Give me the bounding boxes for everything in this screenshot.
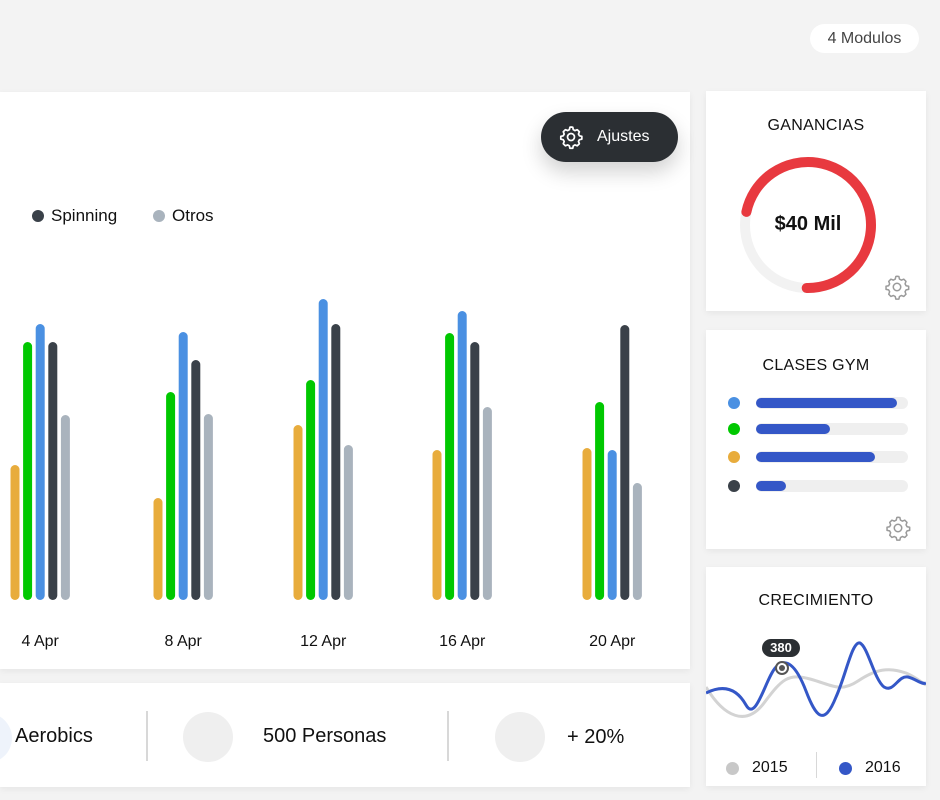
stat-icon bbox=[183, 712, 233, 762]
bar-4-apr-s2[interactable] bbox=[35, 324, 45, 600]
class-progress-track bbox=[756, 423, 908, 435]
bar-16-apr-s4[interactable] bbox=[482, 407, 492, 600]
bar-8-apr-s4[interactable] bbox=[203, 414, 213, 600]
bar-12-apr-s4[interactable] bbox=[343, 445, 353, 600]
class-row bbox=[706, 450, 926, 464]
tooltip-value: 380 bbox=[770, 640, 792, 655]
bar-16-apr-s0[interactable] bbox=[432, 450, 442, 600]
series-2016-line bbox=[706, 641, 926, 717]
bar-4-apr-s4[interactable] bbox=[60, 415, 70, 600]
bar-20-apr-s1[interactable] bbox=[595, 402, 605, 600]
legend-spinning: Spinning bbox=[32, 206, 117, 226]
crecimiento-card: CRECIMIENTO 380 2015 2016 bbox=[706, 567, 926, 786]
legend-2016: 2016 bbox=[839, 759, 901, 777]
class-progress-track bbox=[756, 451, 908, 463]
gear-icon[interactable] bbox=[884, 514, 912, 542]
bar-chart: 4 Apr 8 Apr 12 Apr 16 Apr 20 Apr bbox=[10, 299, 642, 650]
bar-16-apr-s1[interactable] bbox=[445, 333, 455, 600]
settings-button[interactable]: Ajustes bbox=[541, 112, 678, 162]
legend-label: Otros bbox=[172, 206, 214, 225]
bar-20-apr-s0[interactable] bbox=[582, 448, 592, 600]
divider bbox=[447, 711, 449, 761]
bar-12-apr-s1[interactable] bbox=[306, 380, 316, 600]
bar-4-apr-s0[interactable] bbox=[10, 465, 20, 600]
class-progress-fill bbox=[756, 424, 831, 434]
bar-12-apr-s3[interactable] bbox=[331, 324, 341, 600]
stat-icon bbox=[495, 712, 545, 762]
legend-dot bbox=[726, 761, 739, 775]
class-color-dot bbox=[728, 397, 740, 409]
legend-year: 2016 bbox=[865, 759, 901, 776]
clases-title: CLASES GYM bbox=[762, 357, 870, 374]
x-tick-label: 12 Apr bbox=[300, 633, 347, 650]
bar-12-apr-s2[interactable] bbox=[318, 299, 328, 600]
stat-personas: 500 Personas bbox=[263, 725, 387, 747]
divider bbox=[146, 711, 148, 761]
bar-20-apr-s3[interactable] bbox=[620, 325, 630, 600]
legend-2015: 2015 bbox=[726, 759, 788, 777]
class-progress-fill bbox=[756, 452, 875, 462]
class-progress-fill bbox=[756, 398, 898, 408]
bar-16-apr-s3[interactable] bbox=[470, 342, 480, 600]
bar-4-apr-s1[interactable] bbox=[23, 342, 33, 600]
x-tick-label: 8 Apr bbox=[165, 633, 203, 650]
class-row bbox=[706, 479, 926, 493]
bar-16-apr-s2[interactable] bbox=[457, 311, 467, 600]
bar-4-apr-s3[interactable] bbox=[48, 342, 58, 600]
legend-dot bbox=[153, 210, 165, 222]
gear-icon[interactable] bbox=[883, 273, 911, 301]
class-color-dot bbox=[728, 451, 740, 463]
legend-label: Spinning bbox=[51, 206, 118, 225]
class-color-dot bbox=[728, 480, 740, 492]
x-tick-label: 16 Apr bbox=[439, 633, 486, 650]
bar-20-apr-s2[interactable] bbox=[607, 450, 617, 600]
class-row bbox=[706, 422, 926, 436]
legend-year: 2015 bbox=[752, 759, 788, 776]
bar-20-apr-s4[interactable] bbox=[632, 483, 642, 600]
bar-8-apr-s2[interactable] bbox=[178, 332, 188, 600]
x-tick-label: 4 Apr bbox=[22, 633, 60, 650]
x-tick-label: 20 Apr bbox=[589, 633, 636, 650]
class-progress-fill bbox=[756, 481, 787, 491]
class-row bbox=[706, 396, 926, 410]
divider bbox=[816, 752, 817, 778]
stats-strip: Aerobics 500 Personas + 20% bbox=[0, 683, 690, 787]
bar-8-apr-s3[interactable] bbox=[191, 360, 201, 600]
legend-dot bbox=[32, 210, 44, 222]
bar-8-apr-s0[interactable] bbox=[153, 498, 163, 600]
ganancias-card: GANANCIAS $40 Mil bbox=[706, 91, 926, 311]
class-progress-track bbox=[756, 397, 908, 409]
activity-chart-card: 4 Apr 8 Apr 12 Apr 16 Apr 20 Apr Ajustes Spi… bbox=[0, 92, 690, 669]
bar-8-apr-s1[interactable] bbox=[166, 392, 176, 600]
class-progress-track bbox=[756, 480, 908, 492]
stat-growth: + 20% bbox=[567, 726, 625, 748]
legend-dot bbox=[839, 761, 852, 775]
clases-gym-card: CLASES GYM bbox=[706, 330, 926, 549]
bar-12-apr-s0[interactable] bbox=[293, 425, 303, 600]
class-color-dot bbox=[728, 423, 740, 435]
stat-aerobics: Aerobics bbox=[15, 725, 93, 747]
legend-otros: Otros bbox=[153, 206, 214, 226]
earnings-value: $40 Mil bbox=[774, 213, 842, 235]
settings-label: Ajustes bbox=[597, 128, 650, 145]
modules-badge[interactable]: 4 Modulos bbox=[810, 24, 919, 53]
stat-icon bbox=[0, 713, 12, 763]
gear-icon bbox=[559, 126, 583, 150]
